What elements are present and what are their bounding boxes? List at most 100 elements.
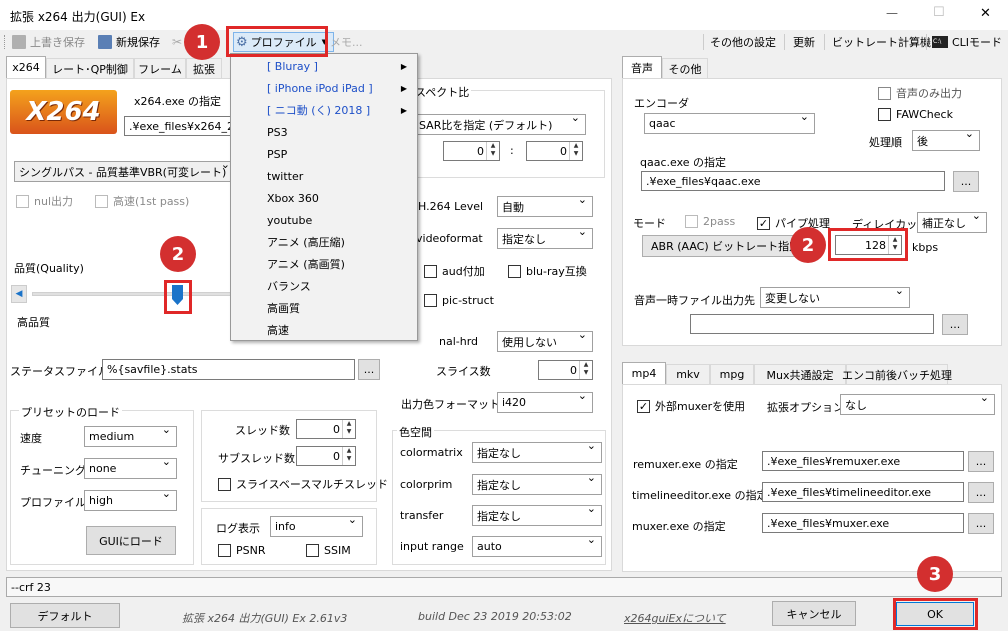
menu-item-anime-quality[interactable]: アニメ (高画質) [231, 253, 417, 275]
menu-item-twitter[interactable]: twitter [231, 165, 417, 187]
menu-item-bluray[interactable]: [ Bluray ] ▶ [231, 55, 417, 77]
tab-mux-common[interactable]: Mux共通設定 [754, 364, 846, 384]
status-file-field[interactable]: %{savfile}.stats [102, 359, 355, 380]
audio-exe-browse-button[interactable]: ... [953, 171, 979, 192]
audio-mode-select[interactable]: ABR (AAC) ビットレート指定 [642, 235, 814, 257]
videoformat-select[interactable]: 指定なし [497, 228, 593, 249]
update-button[interactable]: 更新 [793, 33, 815, 51]
minimize-button[interactable]: — [886, 6, 898, 20]
default-button[interactable]: デフォルト [10, 603, 120, 628]
overwrite-save-button[interactable]: 上書き保存 [12, 33, 85, 51]
tab-other[interactable]: その他 [662, 58, 708, 78]
temp-output-field[interactable] [690, 314, 934, 334]
threads-spinner[interactable]: 0 ▲ ▼ [296, 419, 356, 439]
quality-slider-track[interactable] [32, 292, 232, 296]
input-range-select[interactable]: auto [472, 536, 602, 557]
maximize-button[interactable]: ☐ [933, 5, 945, 20]
about-link[interactable]: x264guiExについて [624, 610, 726, 626]
muxer-browse-button[interactable]: ... [968, 513, 994, 534]
transfer-select[interactable]: 指定なし [472, 505, 602, 526]
fawcheck-checkbox[interactable]: FAWCheck [878, 108, 953, 121]
audio-only-checkbox[interactable]: 音声のみ出力 [878, 85, 962, 101]
external-muxer-checkbox[interactable]: ✓ 外部muxerを使用 [637, 398, 745, 414]
bitrate-calc-button[interactable]: ビットレート計算機 [832, 33, 931, 51]
picstruct-checkbox[interactable]: pic-struct [424, 294, 494, 307]
speed-select[interactable]: medium [84, 426, 177, 447]
subthreads-spinner[interactable]: 0 ▲ ▼ [296, 446, 356, 466]
tab-extended[interactable]: 拡張 [186, 58, 222, 78]
ext-option-select[interactable]: なし [840, 394, 995, 415]
tab-mkv[interactable]: mkv [666, 364, 710, 384]
menu-item-balance[interactable]: バランス [231, 275, 417, 297]
delete-icon[interactable]: ✂ [172, 33, 182, 51]
slice-multithread-checkbox[interactable]: スライスベースマルチスレッド [218, 476, 388, 492]
encode-mode-select[interactable]: シングルパス - 品質基準VBR(可変レート) [14, 161, 236, 182]
colorprim-select[interactable]: 指定なし [472, 474, 602, 495]
cli-mode-button[interactable]: C:\ CLIモード [932, 33, 1002, 51]
timeline-browse-button[interactable]: ... [968, 482, 994, 503]
gui-load-button[interactable]: GUIにロード [86, 526, 176, 555]
aud-checkbox[interactable]: aud付加 [424, 263, 485, 279]
other-settings-button[interactable]: その他の設定 [710, 33, 776, 51]
tab-mpg[interactable]: mpg [710, 364, 754, 384]
menu-item-ps3[interactable]: PS3 [231, 121, 417, 143]
quality-slider-left-arrow[interactable]: ◀ [11, 285, 27, 303]
temp-output-select[interactable]: 変更しない [760, 287, 910, 308]
sar-select[interactable]: SAR比を指定 (デフォルト) [414, 114, 586, 135]
menu-item-high-quality[interactable]: 高画質 [231, 297, 417, 319]
profile-select[interactable]: high [84, 490, 177, 511]
order-select[interactable]: 後 [912, 130, 980, 151]
slices-spinner[interactable]: 0 ▲ ▼ [538, 360, 593, 380]
menu-item-xbox360[interactable]: Xbox 360 [231, 187, 417, 209]
transfer-label: transfer [400, 509, 444, 522]
bluray-checkbox[interactable]: blu-ray互換 [508, 263, 587, 279]
log-select[interactable]: info [270, 516, 363, 537]
menu-item-nicodo[interactable]: [ ニコ動 (く) 2018 ] ▶ [231, 99, 417, 121]
menu-item-youtube[interactable]: youtube [231, 209, 417, 231]
remuxer-field[interactable]: .¥exe_files¥remuxer.exe [762, 451, 964, 471]
spin-arrows-icon[interactable]: ▲ ▼ [486, 142, 499, 160]
remuxer-browse-button[interactable]: ... [968, 451, 994, 472]
sar-x-spinner[interactable]: 0 ▲ ▼ [443, 141, 500, 161]
spin-arrows-icon[interactable]: ▲ ▼ [342, 420, 355, 438]
tab-mp4[interactable]: mp4 [622, 362, 666, 384]
tab-audio[interactable]: 音声 [622, 56, 662, 78]
pipe-checkbox[interactable]: ✓ パイプ処理 [757, 215, 830, 231]
fast-first-pass-checkbox[interactable]: 高速(1st pass) [95, 193, 189, 209]
timeline-field[interactable]: .¥exe_files¥timelineeditor.exe [762, 482, 964, 502]
close-button[interactable]: ✕ [980, 6, 991, 21]
spin-arrows-icon[interactable]: ▲ ▼ [579, 361, 592, 379]
menu-item-iphone[interactable]: [ iPhone iPod iPad ] ▶ [231, 77, 417, 99]
menu-item-fast[interactable]: 高速 [231, 319, 417, 341]
colormatrix-select[interactable]: 指定なし [472, 442, 602, 463]
menu-item-psp[interactable]: PSP [231, 143, 417, 165]
new-save-button[interactable]: 新規保存 [98, 33, 160, 51]
encoder-select[interactable]: qaac [644, 113, 815, 134]
muxer-field[interactable]: .¥exe_files¥muxer.exe [762, 513, 964, 533]
sar-y-spinner[interactable]: 0 ▲ ▼ [526, 141, 583, 161]
delay-cut-select[interactable]: 補正なし [917, 212, 987, 233]
menu-item-anime-compression[interactable]: アニメ (高圧縮) [231, 231, 417, 253]
tab-batch[interactable]: エンコ前後バッチ処理 [842, 364, 952, 384]
tune-select[interactable]: none [84, 458, 177, 479]
nalhrd-select[interactable]: 使用しない [497, 331, 593, 352]
output-color-select[interactable]: i420 [497, 392, 593, 413]
temp-output-browse-button[interactable]: ... [942, 314, 968, 335]
tab-x264[interactable]: x264 [6, 56, 46, 78]
terminal-icon: C:\ [932, 36, 948, 48]
status-file-browse-button[interactable]: ... [358, 359, 380, 380]
x264-exe-field[interactable]: .¥exe_files¥x264_2 [124, 116, 234, 136]
audio-exe-field[interactable]: .¥exe_files¥qaac.exe [641, 171, 945, 191]
h264-level-select[interactable]: 自動 [497, 196, 593, 217]
tab-frame[interactable]: フレーム [134, 58, 186, 78]
psnr-checkbox[interactable]: PSNR [218, 544, 266, 557]
spin-arrows-icon[interactable]: ▲ ▼ [569, 142, 582, 160]
memo-button[interactable]: メモ... [330, 33, 363, 51]
cancel-button[interactable]: キャンセル [772, 601, 856, 626]
tab-rate-qp[interactable]: レート･QP制御 [46, 58, 134, 78]
spin-arrows-icon[interactable]: ▲ ▼ [342, 447, 355, 465]
command-line-field[interactable]: --crf 23 [6, 577, 1002, 597]
nul-output-checkbox[interactable]: nul出力 [16, 193, 73, 209]
ssim-checkbox[interactable]: SSIM [306, 544, 351, 557]
twopass-checkbox[interactable]: 2pass [685, 215, 735, 228]
